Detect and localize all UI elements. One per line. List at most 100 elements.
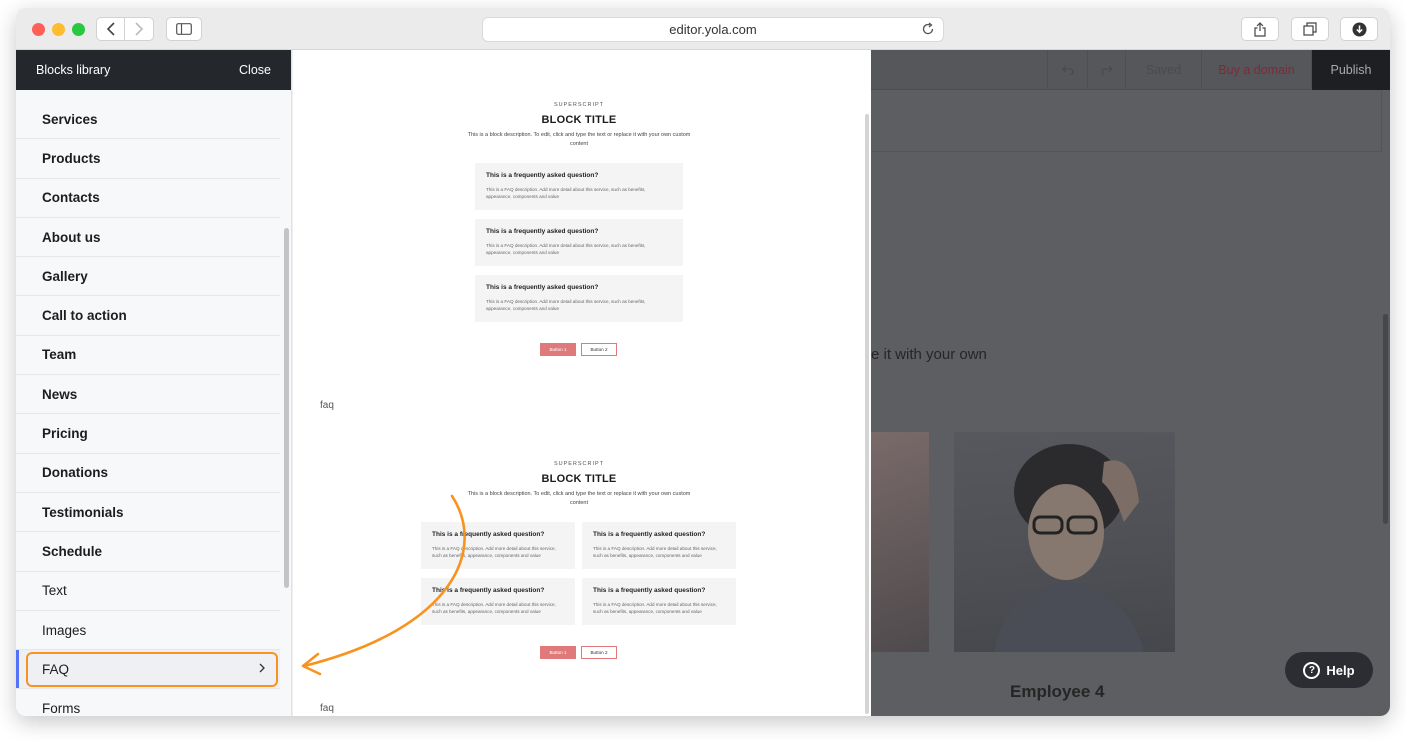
editor-scrollbar[interactable] xyxy=(1383,314,1388,524)
employee-photo-4[interactable] xyxy=(954,432,1175,652)
forward-button[interactable] xyxy=(125,17,154,41)
faq-block-preview-1[interactable]: SUPERSCRIPT BLOCK TITLE This is a block … xyxy=(293,102,865,149)
employee-photo-3[interactable] xyxy=(871,432,929,652)
sidebar-item-contacts[interactable]: Contacts xyxy=(16,179,280,218)
browser-toolbar: editor.yola.com xyxy=(16,8,1390,50)
employee-name: Employee 4 xyxy=(1010,682,1105,701)
sidebar-item-label: Schedule xyxy=(42,543,103,559)
faq-question: This is a frequently asked question? xyxy=(486,228,599,235)
sidebar-toggle-button[interactable] xyxy=(166,17,202,41)
block-description: This is a block description. To edit, cl… xyxy=(467,491,691,506)
undo-button[interactable] xyxy=(1047,50,1087,90)
faq-answer: This is a FAQ description. Add more deta… xyxy=(432,602,556,614)
faq-answer: This is a FAQ description. Add more deta… xyxy=(593,546,717,558)
sidebar-item-label: Services xyxy=(42,111,98,127)
sidebar-item-text[interactable]: Text xyxy=(16,572,280,611)
blocks-library-header: Blocks library Close xyxy=(16,50,291,90)
chevron-right-icon xyxy=(258,662,266,677)
help-button[interactable]: ? Help xyxy=(1285,652,1373,688)
preview-button-2: Button 2 xyxy=(581,343,617,356)
sidebar-scrollbar[interactable] xyxy=(284,228,289,588)
preview-button-2: Button 2 xyxy=(581,646,617,659)
sidebar-item-news[interactable]: News xyxy=(16,375,280,415)
back-button[interactable] xyxy=(96,17,125,41)
publish-button[interactable]: Publish xyxy=(1311,50,1390,90)
redo-button[interactable] xyxy=(1087,50,1125,90)
sidebar-item-label: Donations xyxy=(42,465,108,481)
blocks-library-title: Blocks library xyxy=(36,63,111,77)
faq-question: This is a frequently asked question? xyxy=(432,587,545,594)
share-button[interactable] xyxy=(1241,17,1279,41)
faq-card: This is a frequently asked question? Thi… xyxy=(421,522,575,569)
sidebar-item-label: Pricing xyxy=(42,426,88,442)
close-window-button[interactable] xyxy=(32,23,45,36)
tabs-button[interactable] xyxy=(1291,17,1329,41)
sidebar-item-forms[interactable]: Forms xyxy=(16,689,280,716)
block-superscript: SUPERSCRIPT xyxy=(553,102,605,108)
saved-status: Saved xyxy=(1125,50,1201,90)
sidebar-item-gallery[interactable]: Gallery xyxy=(16,257,280,297)
sidebar-item-schedule[interactable]: Schedule xyxy=(16,532,280,572)
sidebar-item-pricing[interactable]: Pricing xyxy=(16,414,280,454)
minimize-window-button[interactable] xyxy=(52,23,65,36)
faq-highlight-outline xyxy=(26,652,278,688)
help-label: Help xyxy=(1326,662,1355,678)
share-icon xyxy=(1254,21,1266,37)
sidebar-item-products[interactable]: Products xyxy=(16,139,280,179)
sidebar-item-label: Call to action xyxy=(42,308,127,324)
block-category-list: Services Products Contacts About us Gall… xyxy=(16,100,280,716)
faq-answer: This is a FAQ description. Add more deta… xyxy=(486,243,646,255)
buy-domain-button[interactable]: Buy a domain xyxy=(1201,50,1311,90)
preview-button-1: Button 1 xyxy=(540,343,576,356)
zoom-window-button[interactable] xyxy=(72,23,85,36)
sidebar-item-donations[interactable]: Donations xyxy=(16,454,280,493)
sidebar-icon xyxy=(176,23,192,35)
faq-question: This is a frequently asked question? xyxy=(432,531,545,538)
address-bar[interactable]: editor.yola.com xyxy=(482,17,944,42)
browser-window: editor.yola.com Blocks library Close Ser… xyxy=(16,8,1390,716)
download-icon xyxy=(1352,22,1366,36)
active-indicator xyxy=(16,650,19,689)
sidebar-item-testimonials[interactable]: Testimonials xyxy=(16,493,280,533)
faq-card: This is a frequently asked question? Thi… xyxy=(421,578,575,625)
close-button[interactable]: Close xyxy=(239,63,271,77)
faq-card: This is a frequently asked question? Thi… xyxy=(475,275,683,322)
url-text: editor.yola.com xyxy=(669,22,757,37)
sidebar-item-services[interactable]: Services xyxy=(16,100,280,140)
block-title: BLOCK TITLE xyxy=(541,473,617,485)
faq-answer: This is a FAQ description. Add more deta… xyxy=(486,299,646,311)
sidebar-item-label: Gallery xyxy=(42,268,88,284)
sidebar-item-label: Products xyxy=(42,150,101,166)
sidebar-item-call-to-action[interactable]: Call to action xyxy=(16,296,280,336)
editor-header-area xyxy=(871,90,1382,152)
tabs-icon xyxy=(1303,22,1317,36)
block-title: BLOCK TITLE xyxy=(541,114,617,126)
faq-question: This is a frequently asked question? xyxy=(486,284,599,291)
faq-answer: This is a FAQ description. Add more deta… xyxy=(486,187,646,199)
editor-toolbar: Saved Buy a domain Publish xyxy=(871,50,1390,90)
faq-card: This is a frequently asked question? Thi… xyxy=(475,163,683,210)
block-name-label: faq xyxy=(320,703,334,714)
employee-portrait-image xyxy=(994,444,1144,652)
redo-icon xyxy=(1100,65,1113,75)
sidebar-item-label: About us xyxy=(42,229,101,245)
sidebar-item-label: News xyxy=(42,386,78,402)
faq-question: This is a frequently asked question? xyxy=(593,531,706,538)
faq-question: This is a frequently asked question? xyxy=(593,587,706,594)
faq-question: This is a frequently asked question? xyxy=(486,172,599,179)
sidebar-item-faq[interactable]: FAQ xyxy=(16,650,280,690)
preview-scrollbar[interactable] xyxy=(865,114,869,714)
downloads-button[interactable] xyxy=(1340,17,1378,41)
sidebar-item-about-us[interactable]: About us xyxy=(16,218,280,258)
faq-card: This is a frequently asked question? Thi… xyxy=(475,219,683,266)
blocks-library-panel: Blocks library Close Services Products C… xyxy=(16,50,292,716)
faq-answer: This is a FAQ description. Add more deta… xyxy=(593,602,717,614)
faq-card: This is a frequently asked question? Thi… xyxy=(582,522,736,569)
block-description: This is a block description. To edit, cl… xyxy=(467,132,691,147)
faq-block-preview-2[interactable]: SUPERSCRIPT BLOCK TITLE This is a block … xyxy=(293,461,865,508)
reload-icon[interactable] xyxy=(921,22,935,39)
sidebar-item-team[interactable]: Team xyxy=(16,336,280,376)
chevron-right-icon xyxy=(135,22,144,36)
sidebar-item-images[interactable]: Images xyxy=(16,611,280,651)
block-preview-panel: SUPERSCRIPT BLOCK TITLE This is a block … xyxy=(293,50,871,716)
